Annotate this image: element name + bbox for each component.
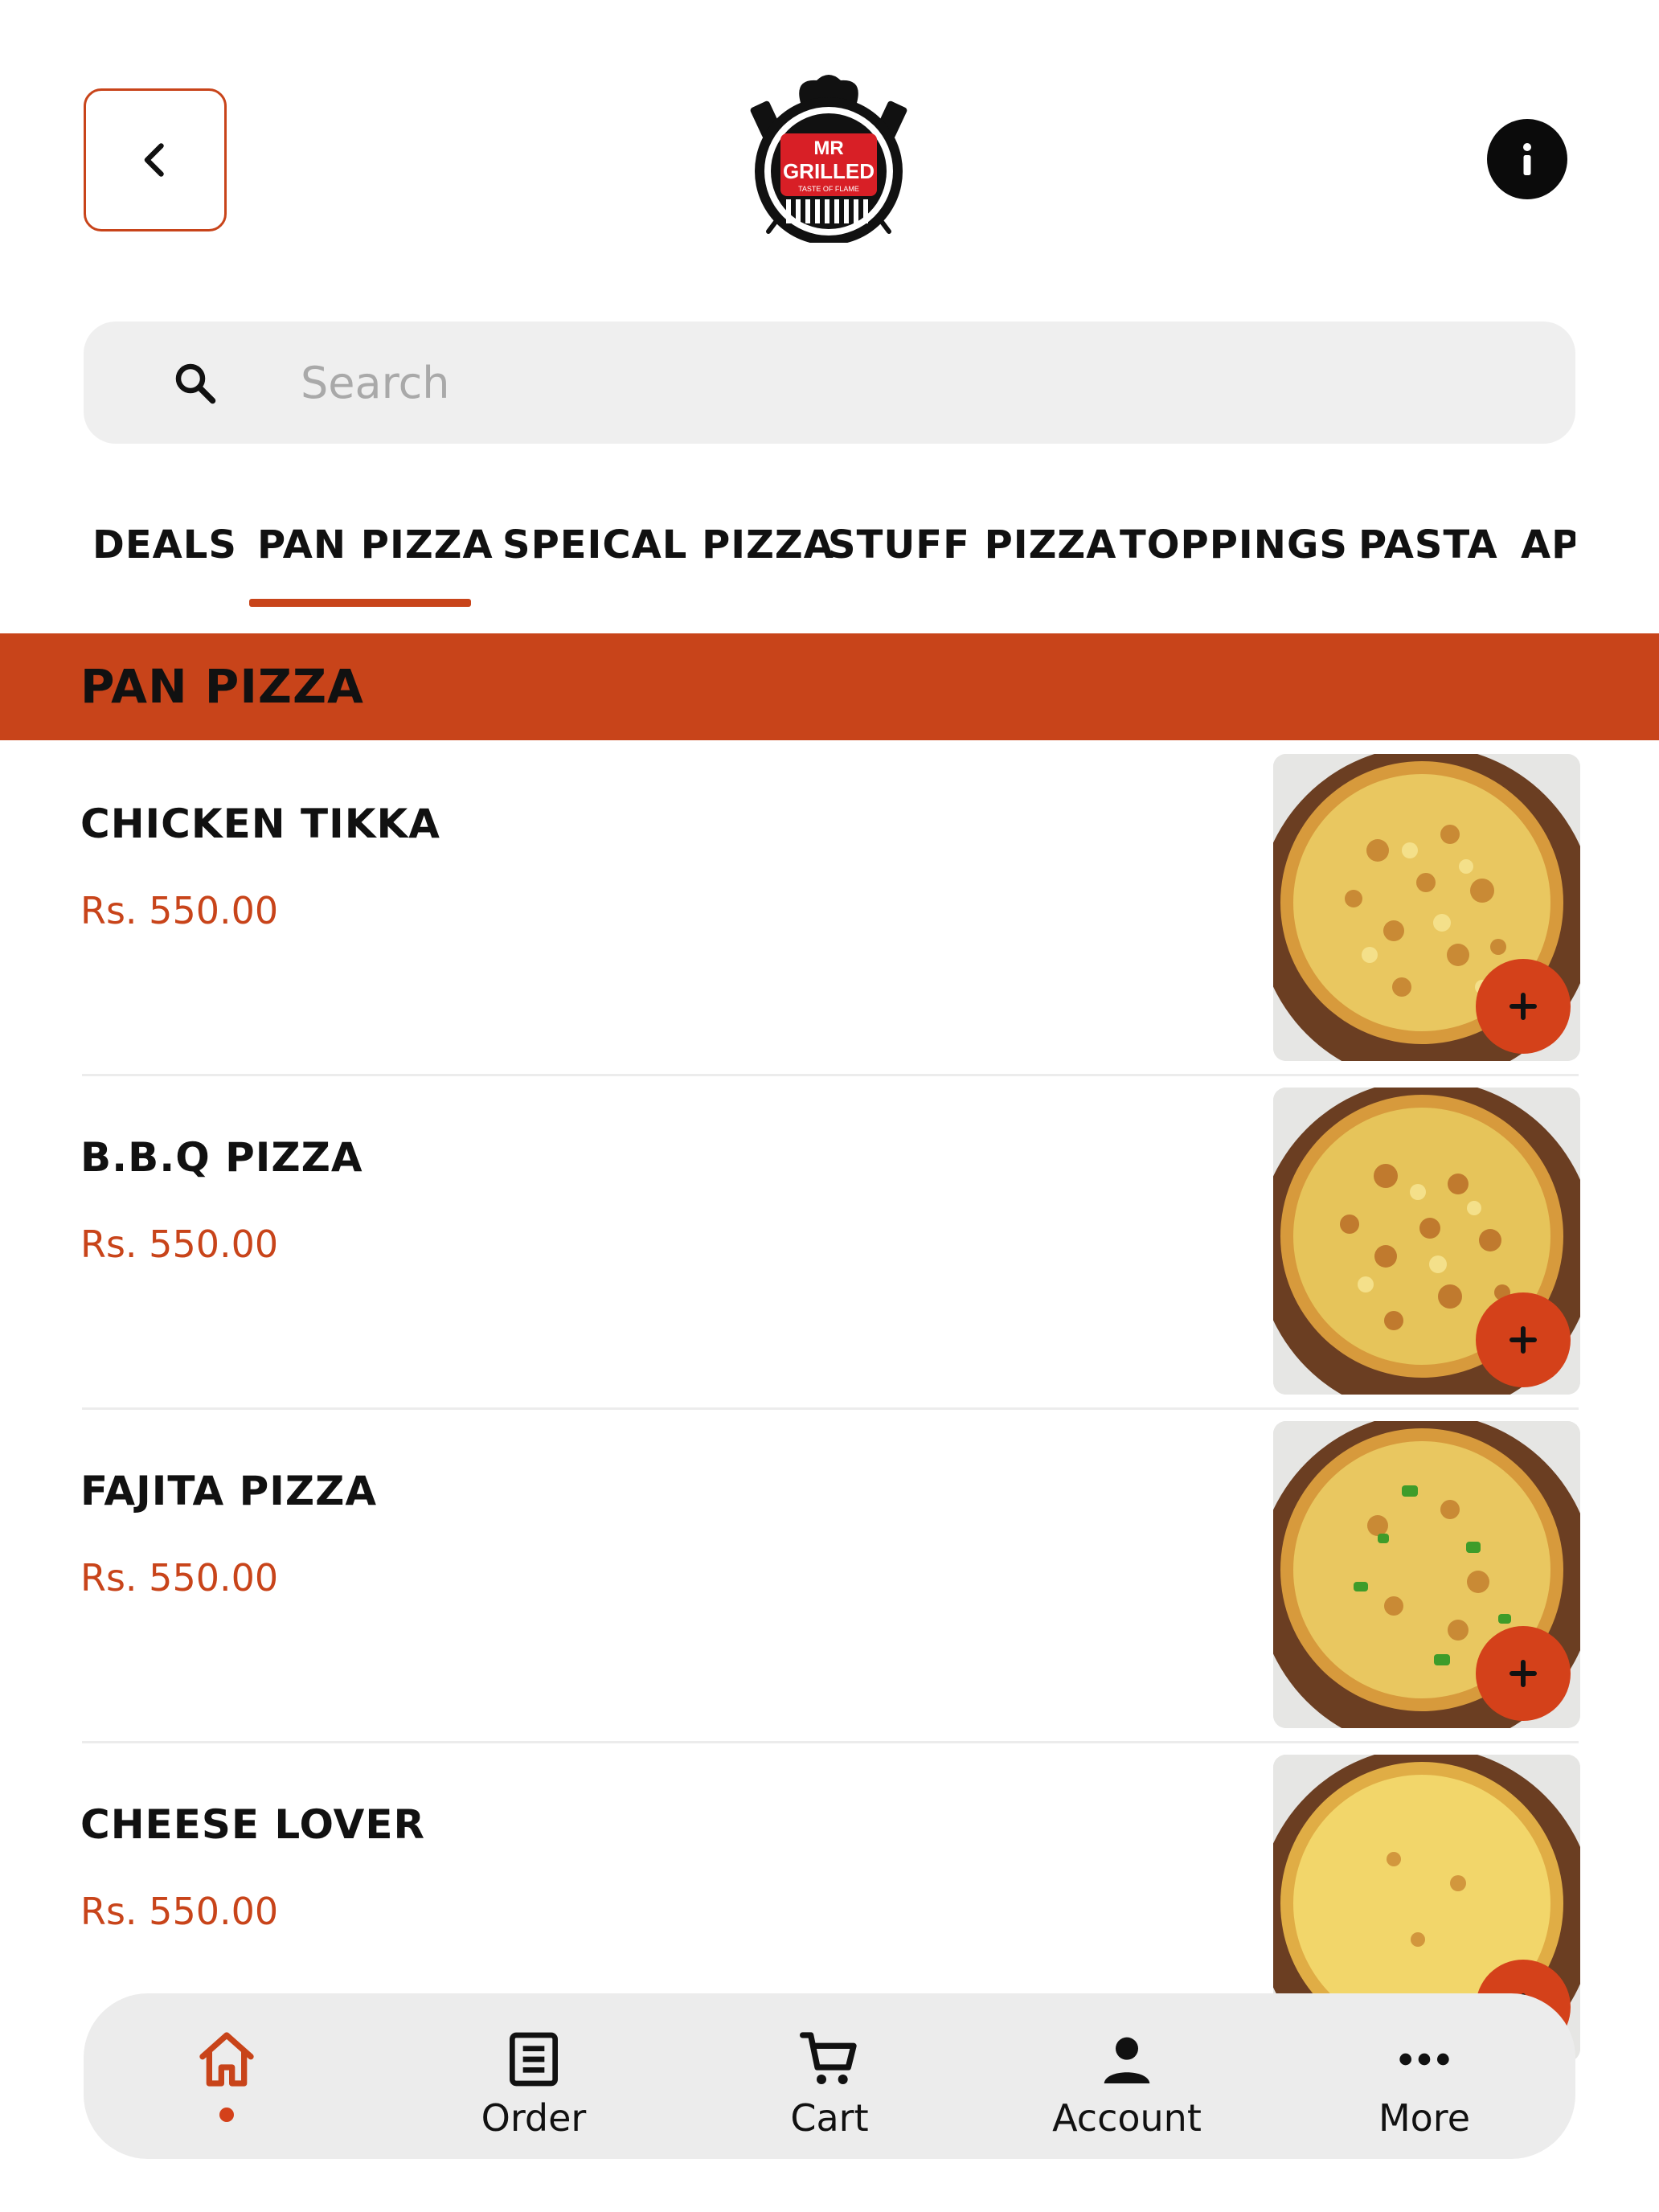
active-tab-indicator [249, 599, 471, 607]
section-header: PAN PIZZA [0, 633, 1659, 740]
menu-item[interactable]: CHICKEN TIKKA Rs. 550.00 [0, 754, 1659, 1088]
section-title: PAN PIZZA [80, 659, 364, 714]
item-name: FAJITA PIZZA [80, 1468, 378, 1514]
category-tabs: DEALS PAN PIZZA SPEICAL PIZZA STUFF PIZZ… [0, 506, 1575, 611]
item-price: Rs. 550.00 [80, 1223, 279, 1266]
plus-icon [1509, 993, 1537, 1020]
add-to-cart-button[interactable] [1476, 1292, 1571, 1387]
info-button[interactable] [1487, 119, 1567, 199]
info-icon [1523, 143, 1531, 175]
menu-item[interactable]: FAJITA PIZZA Rs. 550.00 [0, 1421, 1659, 1755]
item-price: Rs. 550.00 [80, 1556, 279, 1600]
nav-label-cart: Cart [790, 2096, 869, 2140]
tab-pasta[interactable]: PASTA [1358, 522, 1498, 595]
search-input[interactable] [301, 344, 1506, 421]
add-to-cart-button[interactable] [1476, 959, 1571, 1054]
nav-label-order: Order [481, 2096, 587, 2140]
tab-deals[interactable]: DEALS [92, 522, 237, 595]
mr-grilled-logo: MR GRILLED TASTE OF FLAME [750, 75, 907, 243]
logo-tagline: TASTE OF FLAME [798, 185, 859, 193]
back-button[interactable] [84, 88, 227, 231]
item-price: Rs. 550.00 [80, 889, 279, 932]
item-divider [82, 1407, 1579, 1410]
app-screen: MR GRILLED TASTE OF FLAME DEALS PAN PIZZ… [0, 0, 1659, 2212]
tab-speical-pizza[interactable]: SPEICAL PIZZA [502, 522, 834, 595]
account-icon [1104, 2037, 1150, 2083]
plus-icon [1509, 1326, 1537, 1354]
nav-cart[interactable]: Cart [709, 1993, 950, 2159]
bottom-navigation: Order Cart Account More [84, 1993, 1575, 2159]
item-price: Rs. 550.00 [80, 1890, 279, 1933]
item-name: CHEESE LOVER [80, 1801, 426, 1848]
search-bar[interactable] [84, 322, 1575, 444]
chevron-left-icon [144, 143, 164, 177]
item-name: CHICKEN TIKKA [80, 801, 440, 847]
tab-api[interactable]: API [1521, 522, 1575, 595]
item-divider [82, 1741, 1579, 1743]
logo-text-grilled: GRILLED [783, 159, 875, 183]
tab-toppings[interactable]: TOPPINGS [1120, 522, 1348, 595]
order-list-icon [510, 2032, 558, 2087]
active-indicator-dot [219, 2108, 234, 2122]
more-icon [1399, 2053, 1449, 2066]
item-name: B.B.Q PIZZA [80, 1134, 363, 1181]
nav-home[interactable] [106, 1993, 347, 2159]
nav-order[interactable]: Order [413, 1993, 654, 2159]
tab-stuff-pizza[interactable]: STUFF PIZZA [828, 522, 1116, 595]
tab-pan-pizza[interactable]: PAN PIZZA [257, 522, 494, 595]
search-icon [175, 363, 216, 404]
add-to-cart-button[interactable] [1476, 1626, 1571, 1721]
nav-more[interactable]: More [1304, 1993, 1545, 2159]
nav-label-more: More [1378, 2096, 1471, 2140]
menu-item[interactable]: B.B.Q PIZZA Rs. 550.00 [0, 1088, 1659, 1421]
nav-label-account: Account [1052, 2096, 1202, 2140]
nav-account[interactable]: Account [1006, 1993, 1247, 2159]
plus-icon [1509, 1660, 1537, 1687]
logo-text-mr: MR [813, 137, 843, 159]
home-icon [199, 2032, 254, 2087]
item-divider [82, 1074, 1579, 1076]
cart-icon [800, 2032, 857, 2084]
